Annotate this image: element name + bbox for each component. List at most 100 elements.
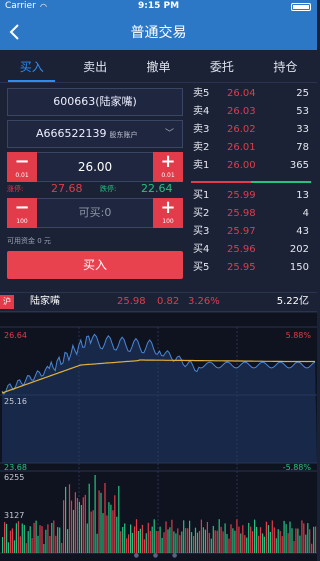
volume-bar (112, 510, 114, 553)
asks-label: 卖1 (193, 160, 210, 171)
volume-bar (45, 529, 47, 553)
volume-bar (261, 533, 264, 553)
volume-bar (236, 519, 238, 553)
price-input[interactable]: 26.00 (40, 153, 150, 181)
volume-bar (17, 521, 19, 553)
volume-bar (200, 519, 202, 553)
volume-bar (159, 526, 161, 553)
bids-row[interactable]: 买4 25.96 202 (191, 241, 311, 259)
volume-bar (167, 529, 169, 553)
asks-label: 卖4 (193, 106, 210, 117)
volume-bar (120, 531, 122, 553)
volume-bar (177, 528, 179, 553)
asks-volume: 33 (296, 124, 309, 135)
limit-up-label: 涨停: (7, 185, 24, 193)
volume-bar (82, 497, 84, 553)
volume-bar (297, 528, 299, 553)
tab-cancel[interactable]: 撤单 (127, 54, 190, 82)
quantity-input[interactable]: 可买:0 (40, 199, 150, 227)
tab-orders[interactable]: 委托 (190, 54, 253, 82)
asks-price: 26.00 (227, 160, 256, 171)
volume-bar (281, 536, 283, 553)
volume-bar (206, 521, 208, 553)
volume-bar (259, 527, 262, 553)
volume-bar (78, 501, 80, 553)
chevron-down-icon: ﹀ (164, 129, 174, 139)
book-divider-down (251, 181, 311, 183)
volume-bar (171, 519, 173, 553)
price-area (2, 334, 317, 463)
volume-bar (263, 536, 265, 553)
volume-bar (228, 538, 230, 553)
volume-bar (303, 523, 305, 553)
turnover: 5.22亿 (276, 296, 309, 307)
asks-row[interactable]: 卖3 26.02 33 (191, 121, 311, 139)
buy-button[interactable]: 买入 (7, 251, 183, 279)
bids-label: 买5 (193, 262, 210, 273)
asks-row[interactable]: 卖5 26.04 25 (191, 85, 311, 103)
asks-row[interactable]: 卖4 26.03 53 (191, 103, 311, 121)
volume-bar (72, 509, 75, 553)
tab-positions[interactable]: 持仓 (254, 54, 317, 82)
volume-bar (139, 528, 141, 553)
volume-bar (212, 525, 214, 553)
volume-bar (143, 539, 145, 553)
price-plus-button[interactable]: + 0.01 (153, 152, 183, 182)
asks-volume: 25 (296, 88, 309, 99)
status-bar: Carrier ◠ 9:15 PM (0, 0, 317, 14)
qty-minus-button[interactable]: − 100 (7, 198, 37, 228)
volume-bar (246, 537, 248, 553)
page-indicator[interactable]: ● ● ● (0, 552, 317, 560)
bids-row[interactable]: 买5 25.95 150 (191, 259, 311, 277)
bids-row[interactable]: 买1 25.99 13 (191, 187, 311, 205)
volume-bar (94, 475, 96, 553)
bids-row[interactable]: 买2 25.98 4 (191, 205, 311, 223)
price-minus-button[interactable]: − 0.01 (7, 152, 37, 182)
asks-label: 卖2 (193, 142, 210, 153)
volume-bar (257, 535, 260, 553)
volume-bar (124, 523, 126, 553)
nav-bar: Carrier ◠ 9:15 PM 普通交易 (0, 0, 317, 50)
volume-bar (80, 505, 82, 553)
asks-row[interactable]: 卖1 26.00 365 (191, 157, 311, 175)
asks-volume: 53 (296, 106, 309, 117)
limit-up-value: 27.68 (51, 182, 83, 195)
bids-label: 买1 (193, 190, 210, 201)
volume-bar (283, 520, 285, 553)
intraday-chart[interactable]: 26.64 5.88% 25.16 23.68 -5.88% 6255 3127 (0, 313, 317, 561)
account-select[interactable]: A666522139 股东账户 ﹀ (7, 120, 183, 148)
volume-bar (11, 528, 13, 553)
chart-high-pct-label: 5.88% (285, 331, 311, 340)
stock-code-field[interactable]: 600663(陆家嘴) (7, 88, 183, 116)
volume-bar (37, 535, 39, 553)
account-number: A666522139 (36, 127, 107, 140)
tab-sell[interactable]: 卖出 (63, 54, 126, 82)
plus-icon: + (160, 197, 176, 218)
volume-bar (104, 483, 106, 553)
volume-bar (74, 492, 76, 553)
price-limits: 涨停: 27.68 跌停: 22.64 (7, 182, 183, 196)
asks-volume: 365 (289, 160, 309, 171)
volume-bar (193, 536, 195, 553)
volume-bar (232, 528, 234, 553)
volume-bar (163, 532, 165, 553)
volume-bar (59, 527, 61, 553)
volume-bar (214, 530, 216, 553)
volume-bar (114, 495, 116, 553)
volume-bar (295, 528, 297, 553)
qty-plus-button[interactable]: + 100 (153, 198, 183, 228)
volume-bar (145, 533, 147, 553)
asks-label: 卖3 (193, 124, 210, 135)
volume-bar (289, 521, 291, 553)
asks-row[interactable]: 卖2 26.01 78 (191, 139, 311, 157)
bids-row[interactable]: 买3 25.97 43 (191, 223, 311, 241)
tab-buy[interactable]: 买入 (0, 54, 63, 82)
volume-bar (31, 538, 33, 553)
volume-bar (189, 520, 191, 553)
volume-bar (250, 526, 252, 553)
quote-strip[interactable]: 沪 陆家嘴 25.98 0.82 3.26% 5.22亿 (0, 292, 317, 312)
available-funds: 可用资金 0 元 (7, 237, 51, 245)
volume-bar (19, 536, 21, 553)
volume-bar (51, 523, 53, 553)
volume-bar (135, 519, 138, 553)
